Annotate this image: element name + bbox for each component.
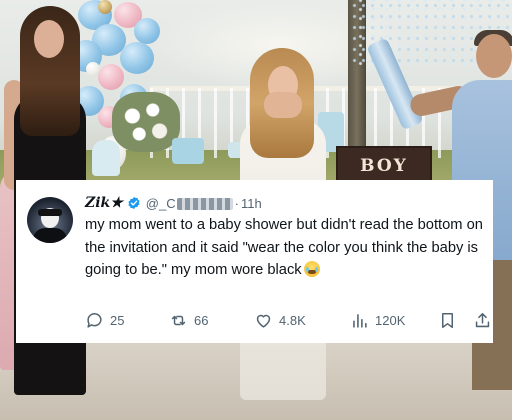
handle[interactable]: @_C xyxy=(146,196,233,211)
jar xyxy=(92,140,120,176)
reply-icon xyxy=(87,312,102,328)
balloon xyxy=(86,62,100,76)
share-button[interactable] xyxy=(473,309,492,331)
verified-badge-icon xyxy=(128,196,140,210)
woman-face xyxy=(34,20,64,58)
avatar-body xyxy=(33,228,67,243)
post-time[interactable]: 11h xyxy=(241,196,262,211)
views-chart-icon xyxy=(353,313,367,328)
share-icon xyxy=(475,312,490,327)
tweet-card[interactable]: Zik★ @_C · 11h my mom went to a baby sho… xyxy=(16,180,493,343)
reveal-box-label: BOY xyxy=(360,156,408,176)
handle-redaction xyxy=(176,198,233,211)
separator-dot: · xyxy=(234,195,239,211)
avatar[interactable] xyxy=(27,197,73,243)
view-count: 120K xyxy=(375,312,406,328)
avatar-visor xyxy=(38,209,62,216)
man-head xyxy=(476,34,512,78)
like-count: 4.8K xyxy=(279,312,306,328)
balloon xyxy=(134,18,160,44)
handle-text: @_C xyxy=(145,195,176,211)
tweet-text: my mom went to a baby shower but didn't … xyxy=(85,214,485,282)
like-button[interactable]: 4.8K xyxy=(254,309,306,331)
repost-count: 66 xyxy=(194,312,209,328)
balloon xyxy=(120,42,154,74)
reply-button[interactable]: 25 xyxy=(85,309,124,331)
views-button[interactable]: 120K xyxy=(350,309,405,331)
heart-icon xyxy=(256,314,271,328)
repost-icon xyxy=(171,315,186,325)
reply-count: 25 xyxy=(110,312,125,328)
tweet-text-content: my mom went to a baby shower but didn't … xyxy=(85,217,483,278)
mother-hands xyxy=(264,92,302,118)
crying-laughing-emoji-icon xyxy=(303,261,320,277)
display-name[interactable]: Zik★ xyxy=(85,195,123,211)
bookmark-button[interactable] xyxy=(438,309,457,331)
bookmark-icon xyxy=(441,312,454,328)
flower-arrangement xyxy=(112,92,180,152)
cake xyxy=(172,138,204,164)
author-row: Zik★ @_C · 11h xyxy=(85,194,262,212)
repost-button[interactable]: 66 xyxy=(169,309,208,331)
balloon xyxy=(98,64,124,90)
balloon xyxy=(98,0,112,14)
